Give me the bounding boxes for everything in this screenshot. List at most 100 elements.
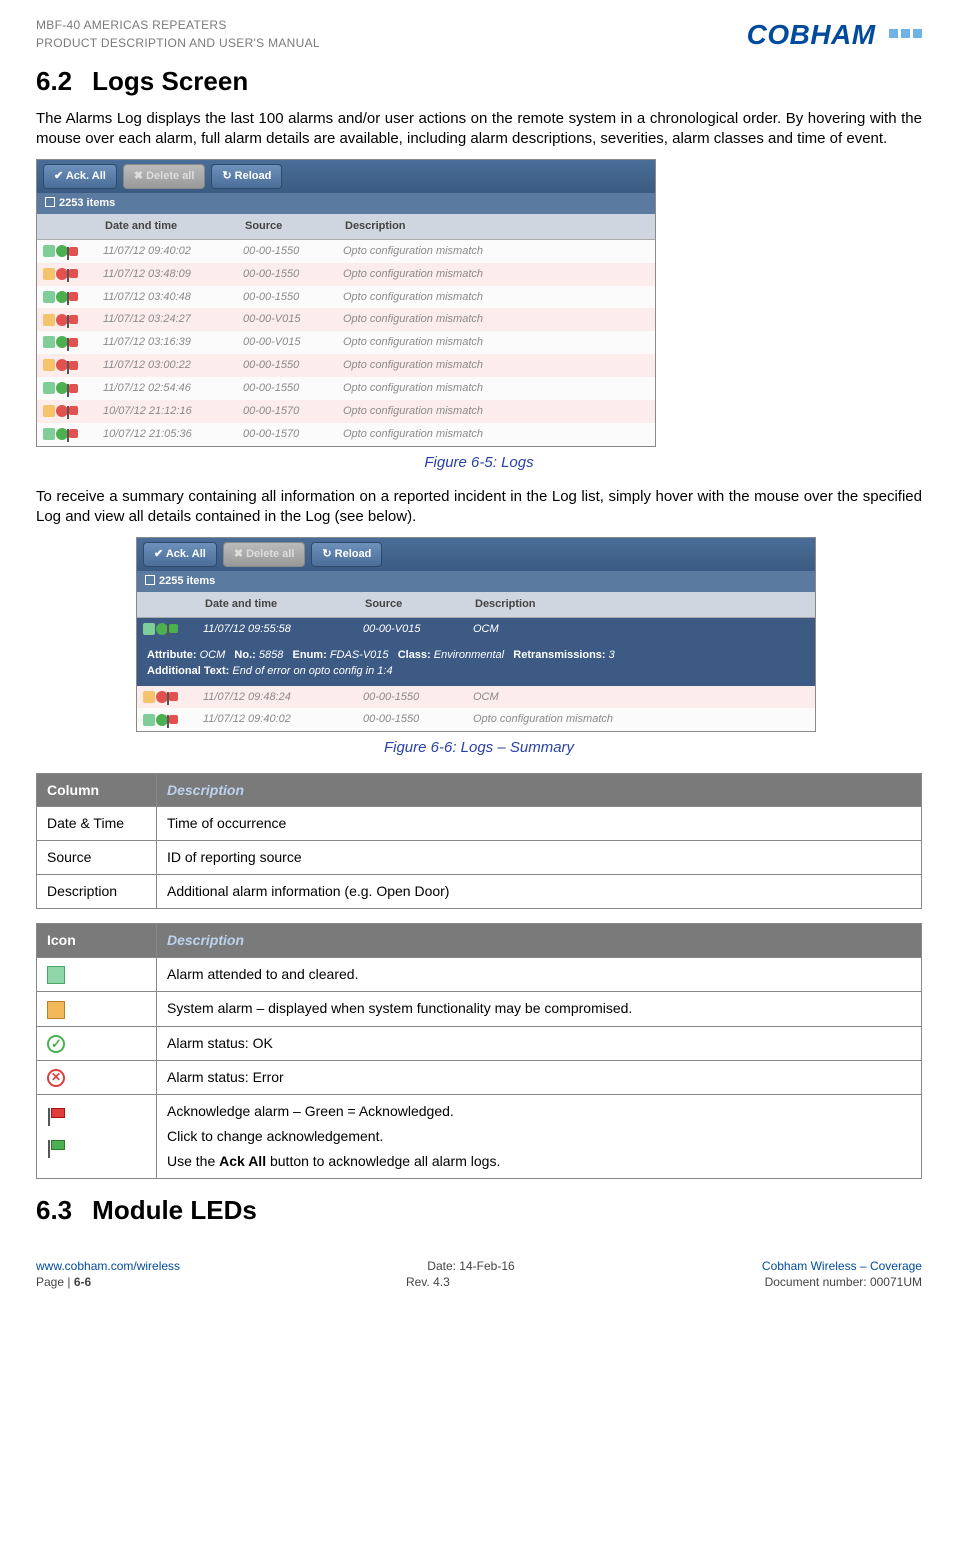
thead-icon: Icon — [37, 924, 157, 958]
thead-description: Description — [157, 773, 922, 807]
ok-icon — [47, 1035, 65, 1053]
cell-source: 00-00-V015 — [357, 617, 467, 640]
cell-datetime: 11/07/12 03:00:22 — [97, 354, 237, 377]
reload-button[interactable]: ↻ Reload — [311, 542, 382, 567]
row-status-icons — [37, 263, 97, 286]
ack-all-button[interactable]: ✔ Ack. All — [43, 164, 117, 189]
footer-page: Page | 6-6 — [36, 1274, 91, 1290]
cell-datetime: 11/07/12 03:40:48 — [97, 286, 237, 309]
cell-source: 00-00-1550 — [237, 263, 337, 286]
cell-desc: Alarm status: Error — [157, 1060, 922, 1094]
table-row[interactable]: 11/07/12 09:48:24 00-00-1550 OCM — [137, 686, 815, 709]
cell-datetime: 11/07/12 03:48:09 — [97, 263, 237, 286]
row-status-icons — [37, 239, 97, 262]
footer-date: Date: 14-Feb-16 — [427, 1258, 514, 1274]
table-row[interactable]: 11/07/12 03:24:2700-00-V015Opto configur… — [37, 308, 655, 331]
brand-squares-icon — [886, 29, 922, 49]
table-row: Date & TimeTime of occurrence — [37, 807, 922, 841]
row-status-icons — [37, 354, 97, 377]
thead-column: Column — [37, 773, 157, 807]
page-footer: www.cobham.com/wireless Date: 14-Feb-16 … — [36, 1258, 922, 1290]
logs-table: Date and time Source Description 11/07/1… — [37, 214, 655, 445]
items-count-bar: 2253 items — [37, 193, 655, 214]
row-status-icons — [37, 400, 97, 423]
table-row-selected[interactable]: 11/07/12 09:55:58 00-00-V015 OCM — [137, 617, 815, 640]
table-row[interactable]: 11/07/12 03:16:3900-00-V015Opto configur… — [37, 331, 655, 354]
table-row[interactable]: 11/07/12 09:40:0200-00-1550Opto configur… — [37, 239, 655, 262]
cell-datetime: 11/07/12 09:40:02 — [97, 239, 237, 262]
table-row[interactable]: 11/07/12 03:48:0900-00-1550Opto configur… — [37, 263, 655, 286]
logs-summary-screenshot: ✔ Ack. All ✖ Delete all ↻ Reload 2255 it… — [136, 537, 816, 732]
table-row[interactable]: 10/07/12 21:05:3600-00-1570Opto configur… — [37, 423, 655, 446]
cell-source: 00-00-V015 — [237, 308, 337, 331]
figure-6-5-caption: Figure 6-5: Logs — [36, 453, 922, 473]
cobham-logo: COBHAM — [747, 16, 922, 54]
table-row[interactable]: 11/07/12 03:40:4800-00-1550Opto configur… — [37, 286, 655, 309]
col-datetime: Date and time — [197, 592, 357, 617]
cell-datetime: 11/07/12 03:24:27 — [97, 308, 237, 331]
items-count: 2255 items — [159, 575, 215, 587]
cell-source: 00-00-1550 — [237, 239, 337, 262]
cell-desc: OCM — [467, 686, 815, 709]
section-title: Logs Screen — [92, 66, 248, 96]
cell-desc: ID of reporting source — [157, 841, 922, 875]
cell-desc: System alarm – displayed when system fun… — [157, 992, 922, 1026]
col-source: Source — [357, 592, 467, 617]
cell-column: Description — [37, 875, 157, 909]
collapse-icon[interactable] — [145, 575, 155, 585]
flag-green-icon — [51, 1140, 65, 1150]
cell-desc: Opto configuration mismatch — [467, 708, 815, 731]
cell-desc: Opto configuration mismatch — [337, 286, 655, 309]
cell-datetime: 11/07/12 03:16:39 — [97, 331, 237, 354]
section-6-2-heading: 6.2 Logs Screen — [36, 64, 922, 99]
cell-desc: Opto configuration mismatch — [337, 377, 655, 400]
col-description: Description — [467, 592, 815, 617]
cell-desc: Opto configuration mismatch — [337, 308, 655, 331]
cell-datetime: 11/07/12 09:40:02 — [197, 708, 357, 731]
cell-source: 00-00-1550 — [237, 377, 337, 400]
table-row: Acknowledge alarm – Green = Acknowledged… — [37, 1095, 922, 1179]
tooltip-row: Attribute: OCM No.: 5858 Enum: FDAS-V015… — [137, 641, 815, 686]
user-icon — [47, 1001, 65, 1019]
footer-docnum: Document number: 00071UM — [765, 1274, 922, 1290]
table-row[interactable]: 10/07/12 21:12:1600-00-1570Opto configur… — [37, 400, 655, 423]
table-row[interactable]: 11/07/12 03:00:2200-00-1550Opto configur… — [37, 354, 655, 377]
column-definitions-table: Column Description Date & TimeTime of oc… — [36, 773, 922, 910]
row-status-icons — [37, 423, 97, 446]
cell-datetime: 11/07/12 09:55:58 — [197, 617, 357, 640]
table-row: Alarm attended to and cleared. — [37, 958, 922, 992]
ack-all-button[interactable]: ✔ Ack. All — [143, 542, 217, 567]
footer-url[interactable]: www.cobham.com/wireless — [36, 1259, 180, 1273]
cell-desc: Additional alarm information (e.g. Open … — [157, 875, 922, 909]
log-tooltip: Attribute: OCM No.: 5858 Enum: FDAS-V015… — [137, 641, 815, 686]
page-header: MBF-40 AMERICAS REPEATERS PRODUCT DESCRI… — [36, 16, 922, 54]
section-title: Module LEDs — [92, 1195, 257, 1225]
body-para-2: To receive a summary containing all info… — [36, 487, 922, 528]
cell-desc: Acknowledge alarm – Green = Acknowledged… — [157, 1095, 922, 1179]
items-count-bar: 2255 items — [137, 571, 815, 592]
reload-button[interactable]: ↻ Reload — [211, 164, 282, 189]
section-number: 6.2 — [36, 66, 72, 96]
cell-datetime: 10/07/12 21:12:16 — [97, 400, 237, 423]
table-row: DescriptionAdditional alarm information … — [37, 875, 922, 909]
cell-desc: Opto configuration mismatch — [337, 423, 655, 446]
table-row: Alarm status: Error — [37, 1060, 922, 1094]
logs-summary-table: Date and time Source Description 11/07/1… — [137, 592, 815, 731]
icon-definitions-table: Icon Description Alarm attended to and c… — [36, 923, 922, 1179]
cell-desc: Opto configuration mismatch — [337, 354, 655, 377]
col-icons — [137, 592, 197, 617]
cell-source: 00-00-1550 — [237, 286, 337, 309]
cell-datetime: 10/07/12 21:05:36 — [97, 423, 237, 446]
clr-icon — [47, 966, 65, 984]
thead-description: Description — [157, 924, 922, 958]
table-row[interactable]: 11/07/12 02:54:4600-00-1550Opto configur… — [37, 377, 655, 400]
cell-desc: Opto configuration mismatch — [337, 331, 655, 354]
header-line1: MBF-40 AMERICAS REPEATERS — [36, 16, 320, 34]
cell-datetime: 11/07/12 09:48:24 — [197, 686, 357, 709]
delete-all-button[interactable]: ✖ Delete all — [123, 164, 206, 189]
collapse-icon[interactable] — [45, 197, 55, 207]
delete-all-button[interactable]: ✖ Delete all — [223, 542, 306, 567]
table-row[interactable]: 11/07/12 09:40:02 00-00-1550 Opto config… — [137, 708, 815, 731]
logs-toolbar: ✔ Ack. All ✖ Delete all ↻ Reload — [37, 160, 655, 193]
logs-screenshot: ✔ Ack. All ✖ Delete all ↻ Reload 2253 it… — [36, 159, 656, 446]
